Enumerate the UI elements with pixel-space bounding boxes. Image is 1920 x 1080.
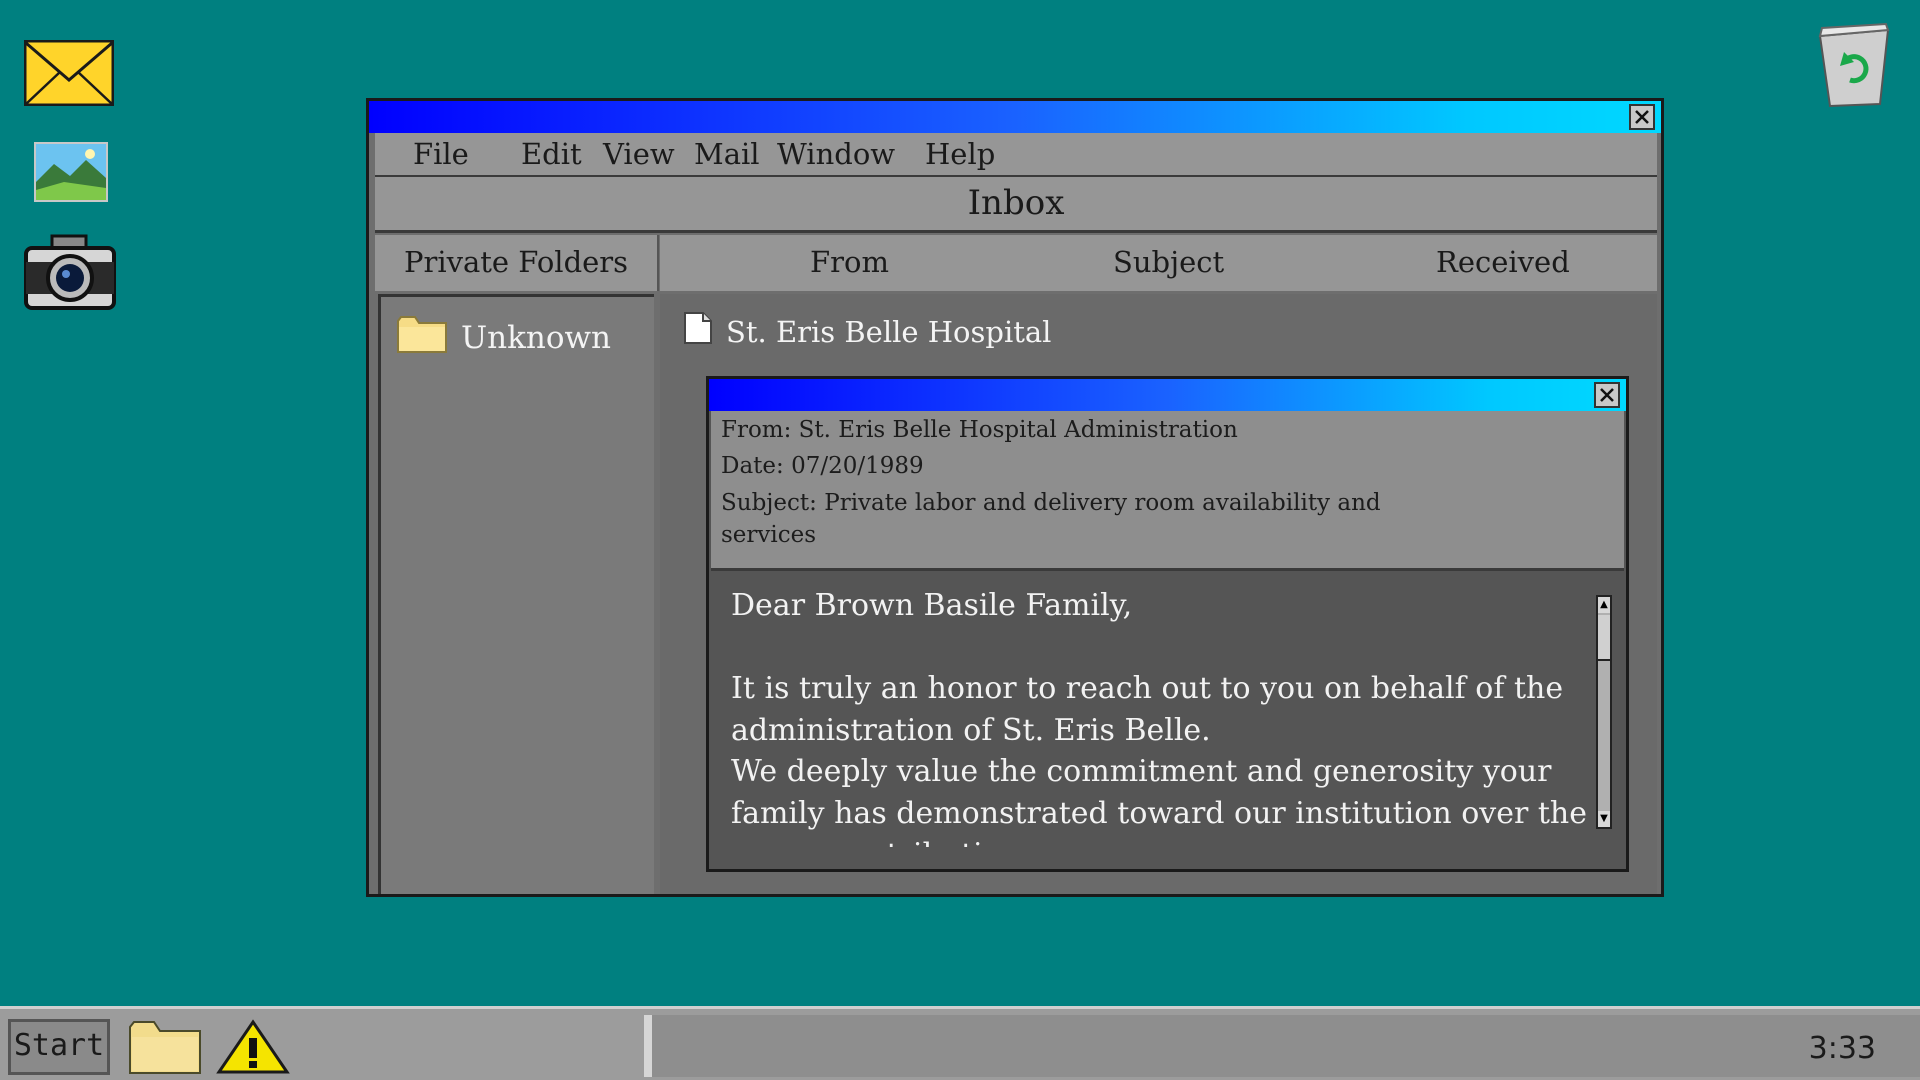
document-icon [684,312,712,351]
taskbar-tasks-area [652,1015,1920,1077]
private-folders-header: Private Folders [375,235,659,291]
taskbar-divider [644,1015,652,1077]
folder-icon [397,315,447,361]
column-subject[interactable]: Subject [1113,235,1224,289]
recycle-bin-icon[interactable] [1814,22,1894,108]
menu-window[interactable]: Window [777,137,895,171]
message-body: Dear Brown Basile Family, It is truly an… [731,588,1587,847]
menu-edit[interactable]: Edit [521,137,582,171]
message-from-line: From: St. Eris Belle Hospital Administra… [721,417,1238,443]
message-row[interactable]: St. Eris Belle Hospital [684,312,1051,351]
close-icon[interactable] [1594,382,1620,408]
folders-pane: Unknown [378,294,654,894]
menu-bar: File Edit View Mail Window Help [375,133,1657,177]
scrollbar-thumb[interactable] [1598,615,1610,661]
message-subject-line: Subject: Private labor and delivery room… [721,490,1381,548]
column-from[interactable]: From [810,235,889,289]
message-from: St. Eris Belle Hospital [726,314,1052,349]
photo-icon[interactable] [34,142,108,202]
message-window-titlebar[interactable] [709,379,1626,411]
folder-item-unknown[interactable]: Unknown [397,315,611,361]
column-received[interactable]: Received [1436,235,1570,289]
inbox-title: Inbox [375,177,1657,233]
message-window: From: St. Eris Belle Hospital Administra… [706,376,1629,872]
start-button[interactable]: Start [8,1019,110,1075]
scroll-up-arrow-icon[interactable]: ▲ [1598,597,1610,613]
menu-view[interactable]: View [603,137,675,171]
message-headers: From: St. Eris Belle Hospital Administra… [711,411,1624,571]
menu-help[interactable]: Help [925,137,995,171]
scrollbar[interactable]: ▲ ▼ [1596,595,1612,829]
taskbar: Start 3:33 [0,1006,1920,1080]
mail-icon[interactable] [23,39,115,107]
clock: 3:33 [1808,1031,1876,1066]
scroll-down-arrow-icon[interactable]: ▼ [1598,811,1610,827]
folder-label: Unknown [461,320,612,356]
folder-icon[interactable] [128,1019,202,1075]
warning-icon[interactable] [216,1019,290,1075]
camera-icon[interactable] [24,232,116,312]
message-body-pane: Dear Brown Basile Family, It is truly an… [711,571,1624,867]
message-list-header: From Subject Received [660,235,1657,291]
mail-window-titlebar[interactable] [369,101,1661,133]
menu-mail[interactable]: Mail [694,137,760,171]
menu-file[interactable]: File [413,137,469,171]
close-icon[interactable] [1629,104,1655,130]
message-date-line: Date: 07/20/1989 [721,453,924,479]
